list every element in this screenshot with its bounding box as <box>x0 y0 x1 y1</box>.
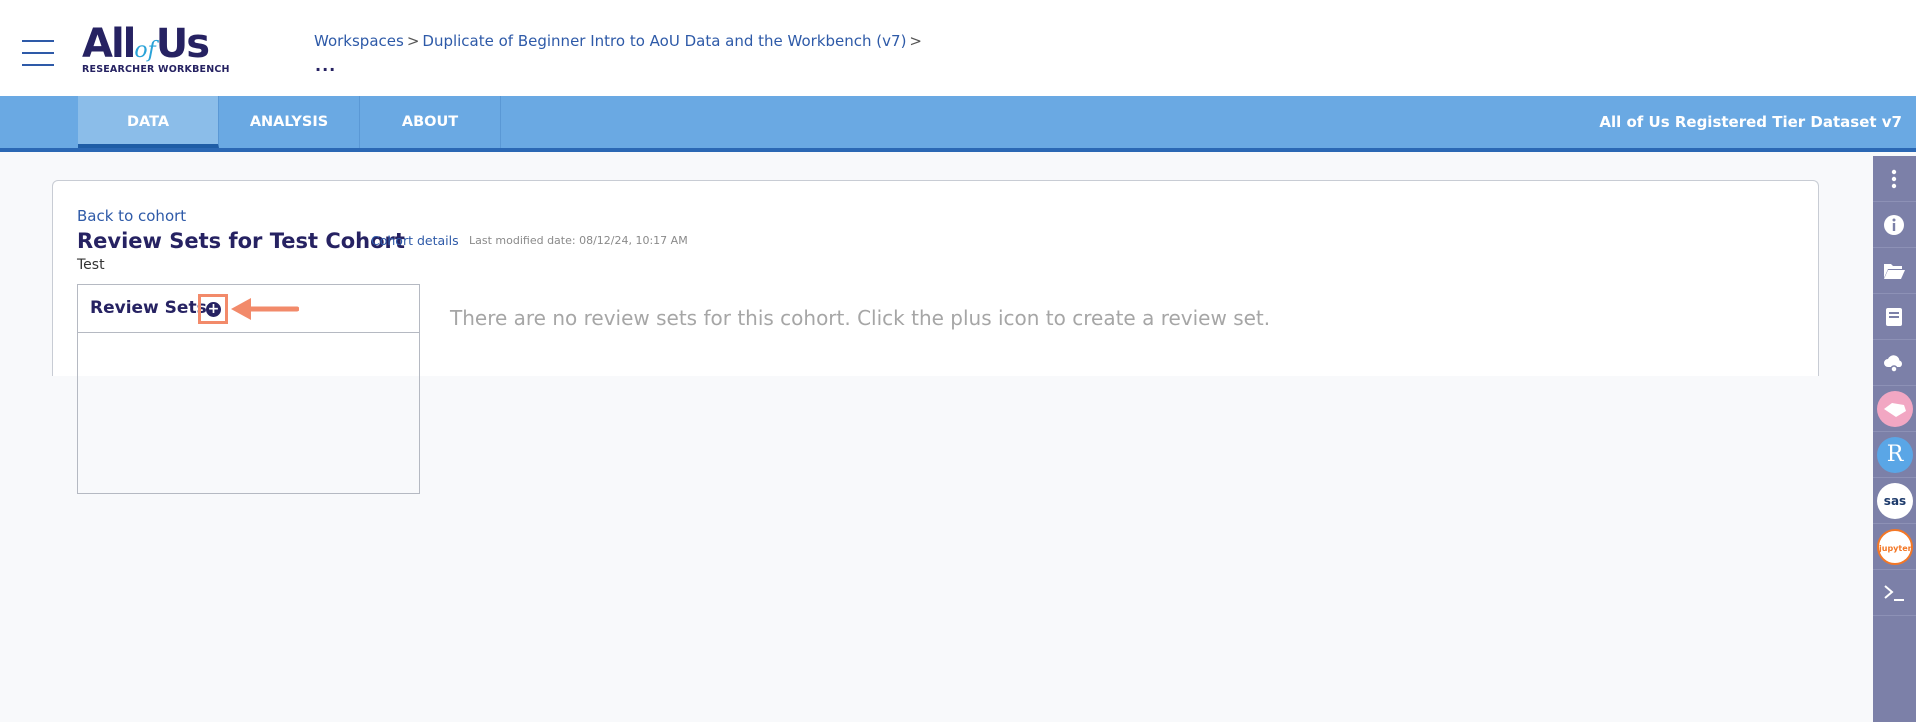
back-to-cohort-link[interactable]: Back to cohort <box>77 207 186 225</box>
book-icon <box>1886 308 1902 326</box>
r-icon: R <box>1877 437 1913 473</box>
breadcrumb-more[interactable]: ... <box>315 56 336 75</box>
workspace-nav-bar: DATA ANALYSIS ABOUT All of Us Registered… <box>0 96 1916 152</box>
top-header: AllofUs RESEARCHER WORKBENCH Workspaces >… <box>0 0 1916 96</box>
jupyter-icon: jupyter <box>1877 529 1913 565</box>
hamburger-menu-icon[interactable] <box>22 40 54 66</box>
plus-circle-icon: + <box>206 301 221 317</box>
last-modified-date: Last modified date: 08/12/24, 10:17 AM <box>469 234 688 247</box>
cohort-description: Test <box>77 257 105 273</box>
cloud-gear-icon <box>1884 355 1902 373</box>
page-title: Review Sets for Test Cohort <box>77 229 405 253</box>
folder-open-icon <box>1884 264 1905 279</box>
breadcrumb-separator: > <box>406 32 420 50</box>
sidebar-files[interactable] <box>1873 248 1916 294</box>
sidebar-terminal[interactable] <box>1873 570 1916 616</box>
sidebar-sas[interactable]: sas <box>1873 478 1916 524</box>
cohort-details-link[interactable]: Cohort details <box>371 233 459 248</box>
right-sidebar: R sas jupyter <box>1873 156 1916 722</box>
sidebar-hail[interactable] <box>1873 386 1916 432</box>
breadcrumb: Workspaces > Duplicate of Beginner Intro t… <box>314 32 925 50</box>
sidebar-cloud-environment[interactable] <box>1873 340 1916 386</box>
sidebar-notebooks[interactable] <box>1873 294 1916 340</box>
sas-icon: sas <box>1877 483 1913 519</box>
add-review-set-button[interactable]: + <box>198 294 228 324</box>
breadcrumb-separator: > <box>909 32 922 50</box>
dataset-version-label: All of Us Registered Tier Dataset v7 <box>1599 113 1902 131</box>
sidebar-more-options[interactable] <box>1873 156 1916 202</box>
annotation-arrow-icon <box>231 298 299 320</box>
breadcrumb-workspace-name[interactable]: Duplicate of Beginner Intro to AoU Data … <box>422 32 906 50</box>
sidebar-r[interactable]: R <box>1873 432 1916 478</box>
sidebar-jupyter[interactable]: jupyter <box>1873 524 1916 570</box>
tab-data[interactable]: DATA <box>78 96 219 148</box>
tab-about[interactable]: ABOUT <box>360 96 501 148</box>
tab-analysis[interactable]: ANALYSIS <box>219 96 360 148</box>
terminal-icon <box>1884 585 1904 601</box>
sidebar-info[interactable] <box>1873 202 1916 248</box>
empty-state-message: There are no review sets for this cohort… <box>450 306 1271 330</box>
breadcrumb-workspaces[interactable]: Workspaces <box>314 32 404 50</box>
hail-icon <box>1877 391 1913 427</box>
more-vertical-icon <box>1891 169 1897 189</box>
review-sets-title: Review Sets <box>90 298 207 318</box>
info-icon <box>1884 215 1904 235</box>
all-of-us-logo[interactable]: AllofUs RESEARCHER WORKBENCH <box>82 24 242 78</box>
logo-subtitle: RESEARCHER WORKBENCH <box>82 64 230 75</box>
